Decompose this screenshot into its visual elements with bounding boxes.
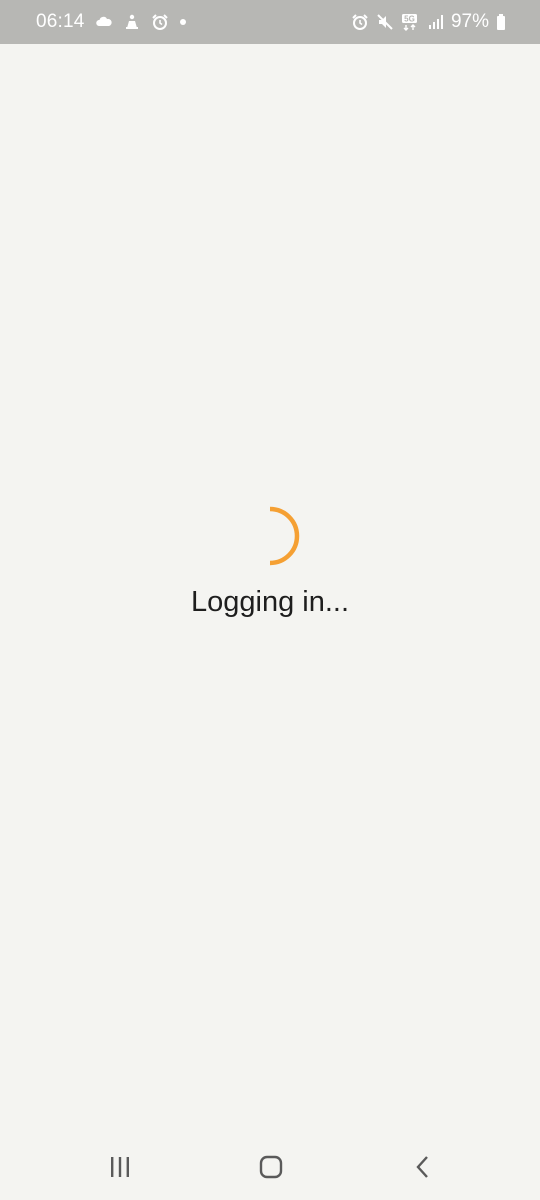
status-bar-right: 5G 97% <box>351 0 506 44</box>
cloud-icon <box>95 13 113 31</box>
hand-icon <box>123 13 141 31</box>
screen: 06:14 5G 97% Logging in... <box>0 0 540 1200</box>
loading-message: Logging in... <box>190 586 349 618</box>
back-icon <box>416 1156 428 1178</box>
alarm-icon <box>351 13 369 31</box>
notification-dot-icon <box>179 13 187 31</box>
home-icon <box>259 1155 283 1179</box>
navigation-bar <box>0 1132 540 1200</box>
network-label: 5G <box>404 15 415 24</box>
home-button[interactable] <box>251 1152 291 1182</box>
recents-icon <box>111 1157 129 1177</box>
spinner-arc <box>269 506 300 566</box>
battery-percent: 97% <box>450 11 489 32</box>
status-bar: 06:14 5G 97% <box>0 0 540 44</box>
login-loading-screen: Logging in... <box>0 44 540 1132</box>
recents-button[interactable] <box>100 1152 140 1182</box>
mute-icon <box>376 13 394 31</box>
battery-icon <box>496 13 506 31</box>
status-time: 06:14 <box>36 11 85 32</box>
alarm-icon <box>151 13 169 31</box>
cell-signal-icon <box>428 13 444 31</box>
loading-spinner-icon <box>269 506 300 566</box>
status-bar-left: 06:14 <box>36 0 187 44</box>
back-button[interactable] <box>403 1152 443 1182</box>
5g-signal-icon: 5G <box>401 13 421 31</box>
